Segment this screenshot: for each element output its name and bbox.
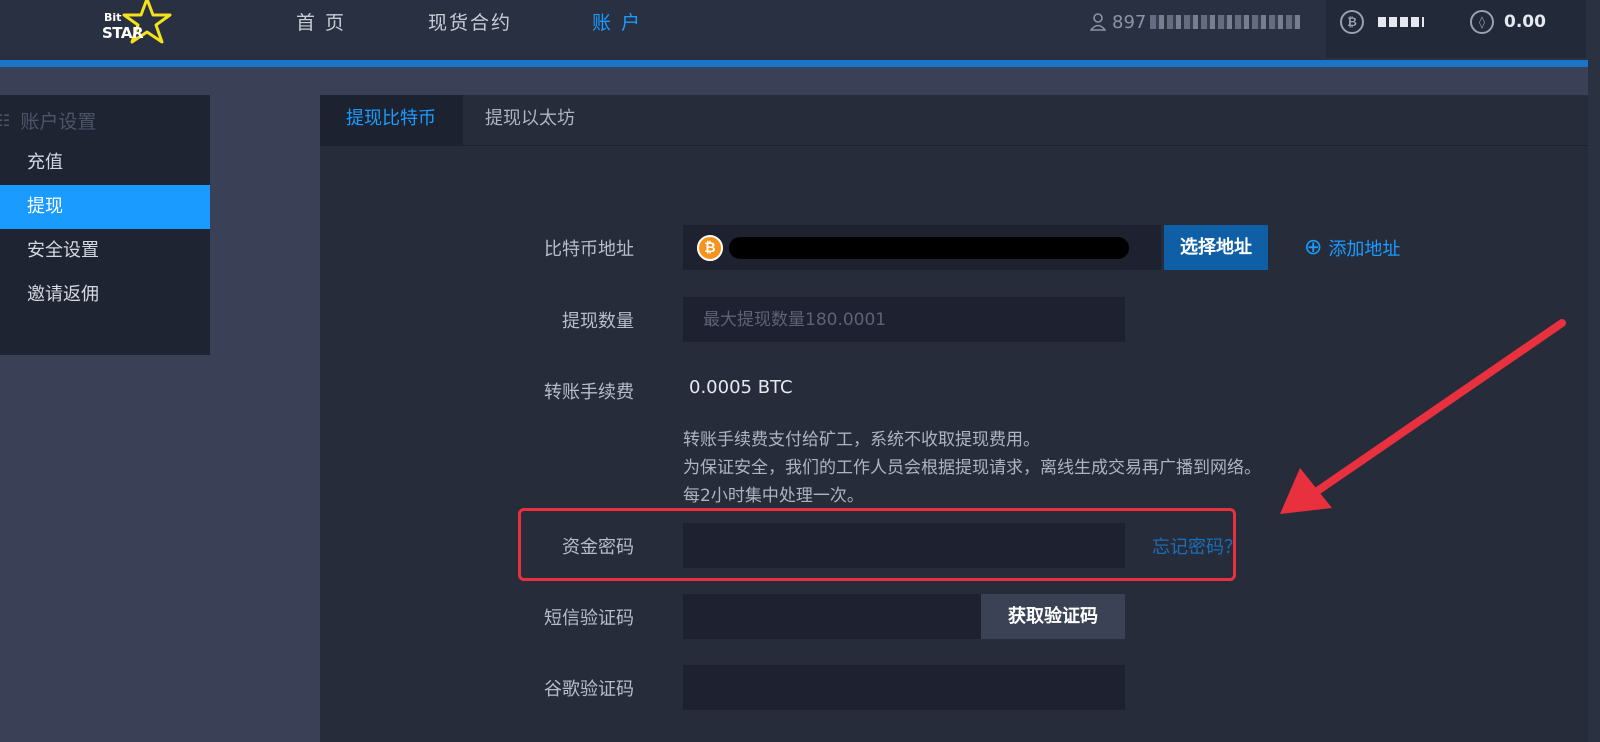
get-code-button[interactable]: 获取验证码 <box>981 594 1125 639</box>
red-arrow-annotation <box>1280 319 1566 514</box>
sidebar-heading: ☷ 账户设置 <box>0 105 96 135</box>
btc-balance: ₿ <box>1340 10 1424 34</box>
eth-balance: ◊ 0.00 <box>1470 10 1546 34</box>
sidebar-item-withdraw[interactable]: 提现 <box>0 185 210 229</box>
fee-note-3: 每2小时集中处理一次。 <box>683 486 864 506</box>
google-code-label: 谷歌验证码 <box>544 679 634 700</box>
nav-spot-contract[interactable]: 现货合约 <box>428 8 512 35</box>
tab-bar: 提现比特币 提现以太坊 <box>320 95 1588 146</box>
btc-address-field[interactable]: ₿ <box>683 225 1161 270</box>
fee-note-2: 为保证安全，我们的工作人员会根据提现请求，离线生成交易再广播到网络。 <box>683 458 1261 478</box>
settings-list-icon: ☷ <box>0 110 11 130</box>
nav-account[interactable]: 账 户 <box>592 8 642 35</box>
bitstar-logo[interactable]: Bit STAR <box>100 0 172 52</box>
sidebar-item-deposit[interactable]: 充值 <box>0 141 210 185</box>
forgot-password-link[interactable]: 忘记密码？ <box>1152 533 1242 559</box>
account-sidebar: ☷ 账户设置 充值 提现 安全设置 邀请返佣 <box>0 95 210 355</box>
fund-password-label: 资金密码 <box>562 537 634 558</box>
bitcoin-icon: ₿ <box>1340 10 1364 34</box>
fee-note-1: 转账手续费支付给矿工，系统不收取提现费用。 <box>683 430 1040 450</box>
user-info[interactable]: 897 <box>1090 10 1301 34</box>
plus-circle-icon: ⊕ <box>1304 235 1323 260</box>
add-address-text: 添加地址 <box>1328 239 1401 260</box>
sidebar-item-referral[interactable]: 邀请返佣 <box>0 273 210 317</box>
tab-withdraw-btc[interactable]: 提现比特币 <box>320 95 463 146</box>
btc-address-label: 比特币地址 <box>544 239 634 260</box>
google-code-input[interactable] <box>683 665 1125 710</box>
fund-password-input[interactable] <box>683 523 1125 568</box>
fee-value: 0.0005 BTC <box>689 377 793 398</box>
select-address-button[interactable]: 选择地址 <box>1164 225 1268 270</box>
logo-text-large: STAR <box>102 24 144 42</box>
ethereum-icon: ◊ <box>1470 10 1494 34</box>
bitcoin-icon: ₿ <box>697 235 723 261</box>
btc-balance-redacted <box>1378 17 1424 27</box>
eth-balance-value: 0.00 <box>1504 12 1546 32</box>
amount-input[interactable] <box>683 297 1125 342</box>
page-right-edge <box>1588 0 1600 742</box>
sidebar-heading-text: 账户设置 <box>20 110 97 133</box>
user-id-text: 897 <box>1112 11 1147 33</box>
top-header: Bit STAR 首 页 现货合约 账 户 897 ₿ ◊ 0.00 <box>0 0 1600 60</box>
sidebar-item-security[interactable]: 安全设置 <box>0 229 210 273</box>
add-address-link[interactable]: ⊕ 添加地址 <box>1304 235 1400 261</box>
amount-label: 提现数量 <box>562 311 634 332</box>
sms-code-input[interactable] <box>683 594 981 639</box>
balance-panel: ₿ ◊ 0.00 <box>1326 0 1586 58</box>
nav-home[interactable]: 首 页 <box>296 8 346 35</box>
logo-text-small: Bit <box>104 11 122 24</box>
sms-code-label: 短信验证码 <box>544 608 634 629</box>
tab-withdraw-eth[interactable]: 提现以太坊 <box>463 95 613 146</box>
user-id-redacted <box>1150 15 1301 29</box>
fee-label: 转账手续费 <box>544 382 634 403</box>
header-accent-bar <box>0 60 1600 67</box>
btc-address-redacted <box>729 237 1129 259</box>
user-icon <box>1090 13 1106 31</box>
